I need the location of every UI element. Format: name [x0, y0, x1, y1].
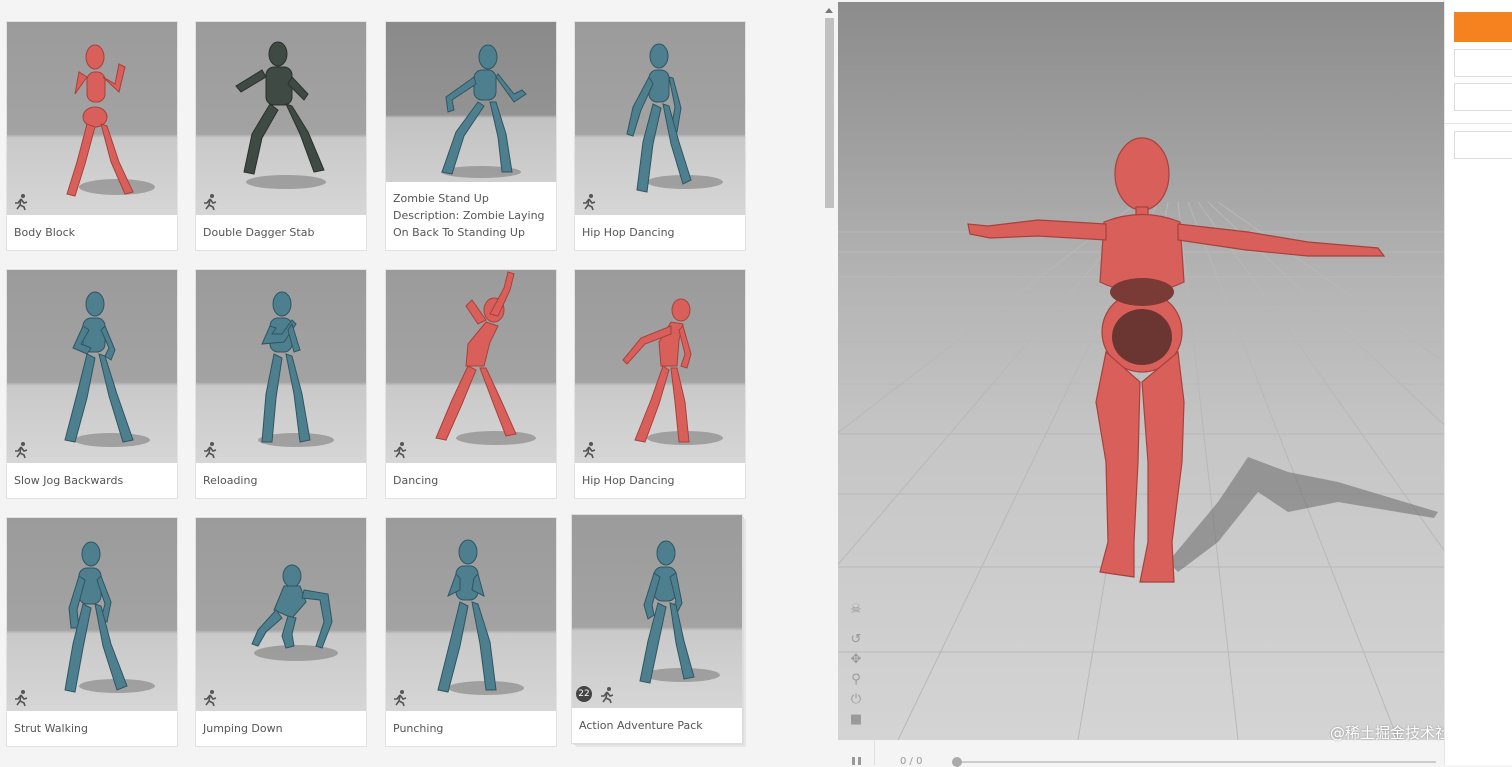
animation-card[interactable]: Dancing	[386, 270, 556, 498]
settings-panel	[1444, 0, 1512, 765]
animation-title: Slow Jog Backwards	[14, 474, 124, 487]
blue-mannequin-figure	[437, 539, 524, 695]
animation-thumbnail	[7, 518, 177, 711]
animation-card[interactable]: Body Block	[7, 22, 177, 250]
animation-timeline: 0 / 0	[838, 740, 1444, 767]
blue-mannequin-figure	[64, 291, 150, 447]
blue-mannequin-figure	[64, 541, 155, 693]
frame-counter: 0 / 0	[900, 756, 923, 767]
running-figure-icon	[583, 442, 596, 459]
animation-card[interactable]: Punching	[386, 518, 556, 746]
pause-icon[interactable]	[852, 757, 864, 765]
blue-mannequin-figure	[639, 540, 720, 684]
animation-thumbnail	[386, 518, 556, 711]
animation-title: Reloading	[203, 474, 258, 487]
figure-pelvis-joint	[1112, 309, 1172, 365]
animation-card[interactable]: Hip Hop Dancing	[575, 270, 745, 498]
running-figure-icon	[583, 194, 596, 211]
running-figure-icon	[204, 194, 217, 211]
soldier-figure	[235, 41, 326, 189]
blue-mannequin-figure	[626, 43, 723, 193]
animation-card[interactable]: Slow Jog Backwards	[7, 270, 177, 498]
running-figure-icon	[15, 194, 28, 211]
running-figure-icon	[204, 442, 217, 459]
secondary-button[interactable]	[1454, 131, 1512, 159]
animation-title: Hip Hop Dancing	[582, 226, 675, 239]
running-figure-icon	[15, 442, 28, 459]
animation-card[interactable]: Reloading	[196, 270, 366, 498]
animation-title: Punching	[393, 722, 444, 735]
animation-thumbnail	[196, 22, 366, 215]
animation-card[interactable]: Double Dagger Stab	[196, 22, 366, 250]
secondary-button[interactable]	[1454, 83, 1512, 111]
primary-action-button[interactable]	[1454, 12, 1512, 42]
red-mannequin-figure	[66, 44, 155, 197]
blue-mannequin-figure	[441, 44, 527, 178]
running-figure-icon	[394, 690, 407, 707]
scroll-up-arrow-icon[interactable]	[825, 8, 833, 13]
skull-icon[interactable]: ☠	[848, 602, 864, 618]
animation-thumbnail	[196, 518, 366, 711]
library-scrollbar[interactable]	[822, 6, 836, 765]
preview-scene	[838, 137, 1444, 740]
running-figure-icon	[204, 690, 217, 707]
animation-thumbnail	[7, 22, 177, 215]
t-pose-mannequin	[967, 137, 1386, 583]
move-icon[interactable]: ✥	[848, 652, 864, 668]
animation-card[interactable]: Jumping Down	[196, 518, 366, 746]
panel-divider	[1445, 123, 1512, 124]
animation-library: Body Block Double Dagger Stab Zombie Sta…	[0, 0, 838, 765]
running-figure-icon	[394, 442, 407, 459]
undo-icon[interactable]: ↺	[848, 632, 864, 648]
zoom-icon[interactable]: ⚲	[848, 672, 864, 688]
scroll-thumb[interactable]	[825, 18, 834, 208]
figure-chest-joint	[1110, 278, 1174, 306]
animation-pack-card[interactable]: 22 Action Adventure Pack	[572, 515, 742, 743]
3d-preview-viewport[interactable]: ☠ ↺ ✥ ⚲ ⏻ ■	[838, 2, 1444, 740]
animation-title: Double Dagger Stab	[203, 226, 315, 239]
red-mannequin-figure	[622, 298, 723, 445]
running-figure-icon	[601, 687, 614, 704]
power-icon[interactable]: ⏻	[848, 692, 864, 708]
animation-title: Body Block	[14, 226, 76, 239]
animation-thumbnail	[386, 22, 556, 182]
timeline-scrub-handle[interactable]	[952, 757, 962, 767]
animation-thumbnail	[386, 270, 556, 463]
animation-thumbnail: 22	[572, 515, 742, 708]
animation-thumbnail	[575, 22, 745, 215]
blue-mannequin-figure	[258, 291, 334, 447]
red-mannequin-figure	[435, 271, 536, 445]
animation-thumbnail	[196, 270, 366, 463]
animation-title: Dancing	[393, 474, 439, 487]
blue-mannequin-figure	[251, 564, 338, 661]
timeline-divider	[874, 740, 875, 765]
animation-title: Action Adventure Pack	[579, 719, 703, 732]
animation-title: Strut Walking	[14, 722, 88, 735]
animation-title: Jumping Down	[203, 722, 283, 735]
animation-card[interactable]: Hip Hop Dancing	[575, 22, 745, 250]
running-figure-icon	[15, 690, 28, 707]
animation-card[interactable]: Zombie Stand Up Description: Zombie Layi…	[386, 22, 556, 250]
animation-thumbnail	[575, 270, 745, 463]
secondary-button[interactable]	[1454, 49, 1512, 77]
animation-thumbnail	[7, 270, 177, 463]
animation-title: Hip Hop Dancing	[582, 474, 675, 487]
animation-card[interactable]: Strut Walking	[7, 518, 177, 746]
camera-icon[interactable]: ■	[848, 712, 864, 728]
timeline-scrubber[interactable]	[956, 761, 1436, 763]
pack-count-badge: 22	[576, 686, 592, 702]
animation-title: Zombie Stand Up Description: Zombie Layi…	[393, 192, 545, 239]
